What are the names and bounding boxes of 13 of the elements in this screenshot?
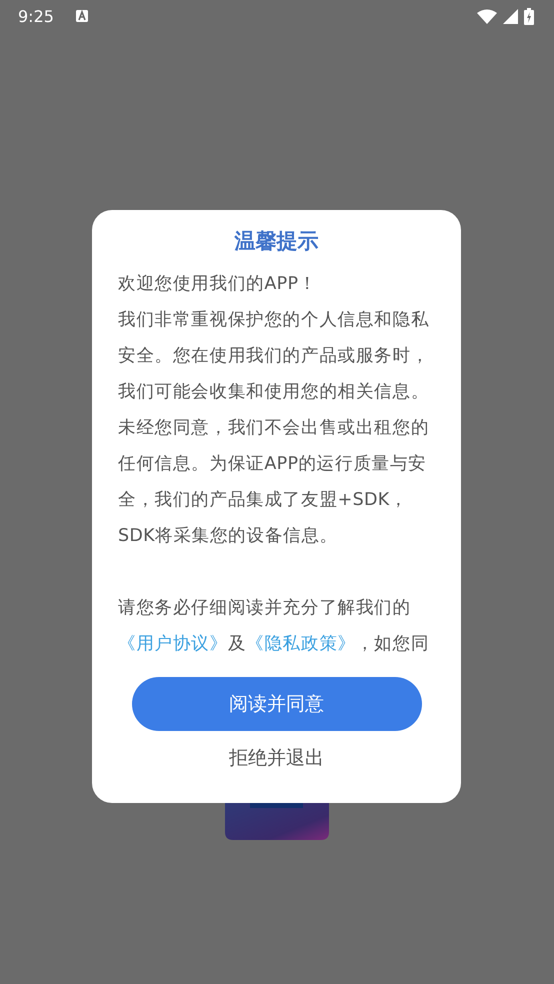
- agree-button[interactable]: 阅读并同意: [132, 677, 422, 731]
- battery-charging-icon: [524, 8, 534, 24]
- dialog-paragraph: 欢迎您使用我们的APP！: [118, 273, 318, 296]
- dialog-title: 温馨提示: [233, 228, 320, 255]
- notification-icon: [76, 10, 88, 22]
- policy-link[interactable]: 《隐私政策》: [246, 634, 356, 654]
- signal-icon: [503, 8, 518, 24]
- status-time: 9:25: [18, 6, 54, 26]
- wifi-icon: [477, 8, 497, 24]
- dialog-paragraph: 我们非常重视保护您的个人信息和隐私安全。您在使用我们的产品或服务时，我们可能会收集和使用您的相关信息。未经您同意，我们不会出售或出租您的任何信息。为保证APP的运行质量与安全，我们的产品集成了友盟+SDK，SDK将采集您的设备信息。: [118, 309, 430, 548]
- decline-button[interactable]: 拒绝并退出: [219, 739, 334, 777]
- notice-paragraph: 请您务必仔细阅读并充分了解我们的 《用户协议》及《隐私政策》，如您同: [118, 597, 430, 656]
- policy-link[interactable]: 《用户协议》: [118, 634, 228, 654]
